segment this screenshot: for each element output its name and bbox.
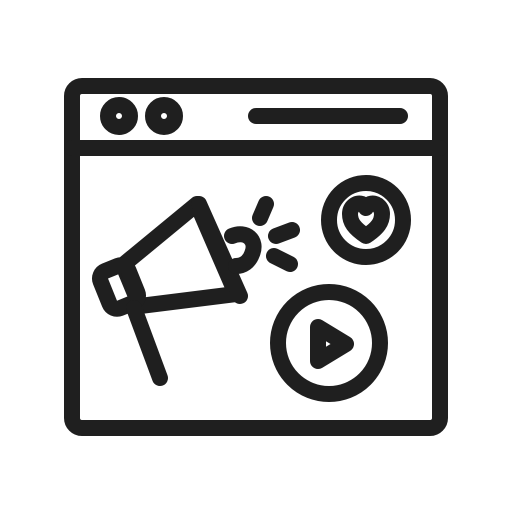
megaphone-icon: [92, 196, 300, 386]
window-control-dot-2: [145, 97, 183, 135]
sound-wave-3: [266, 248, 298, 272]
heart-badge-icon: [321, 175, 411, 265]
digital-marketing-browser-icon: [64, 78, 448, 436]
icon-canvas: [0, 0, 512, 512]
sound-wave-1: [252, 196, 274, 226]
play-button-icon: [270, 284, 388, 402]
megaphone-rim: [191, 196, 248, 304]
sound-wave-2: [268, 222, 300, 244]
heart-icon: [342, 195, 390, 244]
play-triangle-icon: [310, 319, 354, 369]
megaphone-handle: [126, 300, 168, 386]
heart-badge-circle: [321, 175, 411, 265]
window-control-dot-1: [100, 97, 138, 135]
megaphone-bell: [224, 226, 262, 274]
